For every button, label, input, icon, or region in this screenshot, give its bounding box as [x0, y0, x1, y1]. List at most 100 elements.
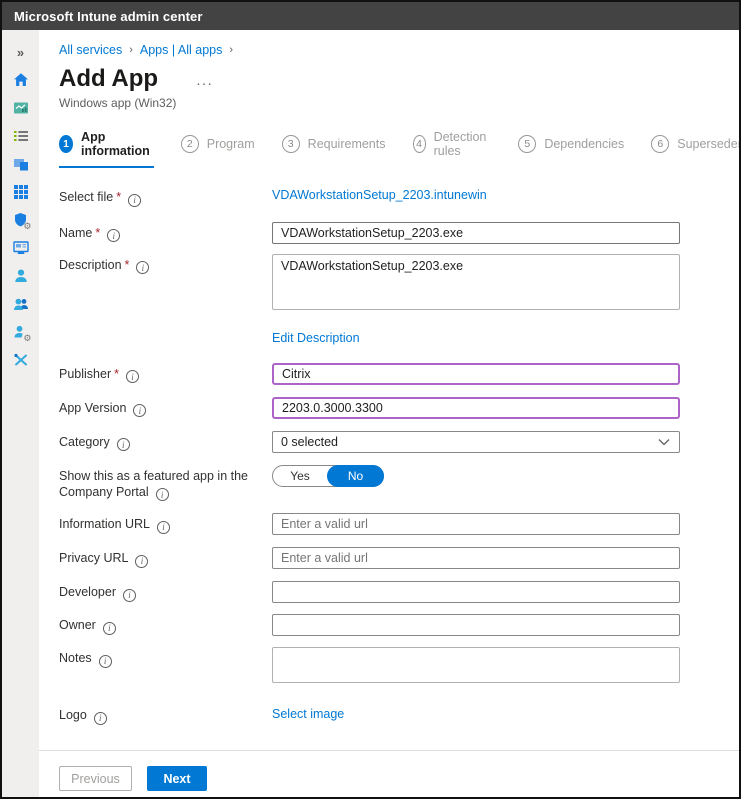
field-row-logo: Logoi Select image	[59, 704, 741, 725]
sidebar-item-all-services[interactable]	[7, 122, 35, 150]
breadcrumb-apps-all-apps[interactable]: Apps | All apps	[140, 43, 222, 57]
sidebar-item-tenant-administration[interactable]: ⚙	[7, 318, 35, 346]
page-subtitle: Windows app (Win32)	[59, 96, 741, 110]
field-row-owner: Owneri	[59, 614, 741, 636]
next-button[interactable]: Next	[147, 766, 207, 791]
sidebar-item-devices[interactable]	[7, 150, 35, 178]
publisher-label: Publisher*i	[59, 363, 272, 384]
chevron-down-icon	[658, 438, 670, 446]
field-row-app-version: App Versioni	[59, 397, 741, 419]
intune-admin-window: Microsoft Intune admin center »	[0, 0, 741, 799]
app-information-form: Select file*i VDAWorkstationSetup_2203.i…	[59, 186, 741, 725]
sidebar-item-groups[interactable]	[7, 290, 35, 318]
field-row-privacy-url: Privacy URLi	[59, 547, 741, 569]
sidebar-item-apps[interactable]	[7, 178, 35, 206]
privacy-url-input[interactable]	[272, 547, 680, 569]
sidebar-item-users[interactable]	[7, 262, 35, 290]
sidebar-item-dashboard[interactable]	[7, 94, 35, 122]
selected-file-link[interactable]: VDAWorkstationSetup_2203.intunewin	[272, 188, 487, 202]
info-icon[interactable]: i	[133, 404, 146, 417]
info-icon[interactable]: i	[94, 712, 107, 725]
field-row-developer: Developeri	[59, 581, 741, 603]
information-url-input[interactable]	[272, 513, 680, 535]
info-icon[interactable]: i	[157, 521, 170, 534]
step-number-badge: 3	[282, 135, 300, 153]
step-number-badge: 5	[518, 135, 536, 153]
description-textarea[interactable]: VDAWorkstationSetup_2203.exe	[272, 254, 680, 310]
group-icon	[13, 296, 29, 312]
field-row-information-url: Information URLi	[59, 513, 741, 535]
featured-toggle[interactable]: Yes No	[272, 465, 384, 487]
info-icon[interactable]: i	[107, 229, 120, 242]
category-dropdown[interactable]: 0 selected	[272, 431, 680, 453]
gear-icon: ⚙	[23, 334, 31, 343]
info-icon[interactable]: i	[103, 622, 116, 635]
step-number-badge: 2	[181, 135, 199, 153]
tab-app-information[interactable]: 1 App information	[59, 130, 154, 168]
sidebar-item-endpoint-security[interactable]: ⚙	[7, 206, 35, 234]
category-label: Categoryi	[59, 431, 272, 452]
owner-label: Owneri	[59, 614, 272, 635]
featured-label: Show this as a featured app in the Compa…	[59, 465, 272, 502]
notes-textarea[interactable]	[272, 647, 680, 683]
info-icon[interactable]: i	[126, 370, 139, 383]
wizard-steps: 1 App information 2 Program 3 Requiremen…	[59, 130, 741, 168]
info-icon[interactable]: i	[117, 438, 130, 451]
wizard-footer: Previous Next	[39, 750, 739, 799]
toggle-option-no[interactable]: No	[327, 465, 384, 487]
information-url-label: Information URLi	[59, 513, 272, 534]
app-version-input[interactable]	[272, 397, 680, 419]
step-number-badge: 1	[59, 135, 73, 153]
owner-input[interactable]	[272, 614, 680, 636]
logo-label: Logoi	[59, 704, 272, 725]
tab-requirements[interactable]: 3 Requirements	[282, 130, 386, 168]
user-icon	[13, 268, 29, 284]
user-gear-icon: ⚙	[13, 324, 29, 340]
wrench-screwdriver-icon	[13, 352, 29, 368]
double-chevron-right-icon: »	[17, 45, 24, 60]
info-icon[interactable]: i	[135, 555, 148, 568]
report-monitor-icon	[13, 240, 29, 256]
sidebar-item-troubleshooting-support[interactable]	[7, 346, 35, 374]
breadcrumb-separator-icon: ›	[129, 44, 133, 56]
info-icon[interactable]: i	[123, 589, 136, 602]
publisher-input[interactable]	[272, 363, 680, 385]
field-row-edit-description: Edit Description	[59, 329, 741, 347]
field-row-notes: Notesi	[59, 647, 741, 688]
page-title: Add App	[59, 65, 158, 93]
tab-detection-rules[interactable]: 4 Detection rules	[413, 130, 492, 168]
edit-description-link[interactable]: Edit Description	[272, 331, 360, 345]
previous-button[interactable]: Previous	[59, 766, 132, 791]
context-menu-button[interactable]: ···	[196, 75, 213, 91]
tab-supersedence[interactable]: 6 Supersedence	[651, 130, 741, 168]
info-icon[interactable]: i	[128, 194, 141, 207]
info-icon[interactable]: i	[136, 261, 149, 274]
sidebar-collapse-button[interactable]: »	[7, 38, 35, 66]
tab-dependencies[interactable]: 5 Dependencies	[518, 130, 624, 168]
name-label: Name*i	[59, 222, 272, 243]
list-icon	[13, 128, 29, 144]
field-row-featured-toggle: Show this as a featured app in the Compa…	[59, 465, 741, 502]
field-row-category: Categoryi 0 selected	[59, 431, 741, 453]
step-number-badge: 6	[651, 135, 669, 153]
sidebar-item-reports[interactable]	[7, 234, 35, 262]
field-row-name: Name*i	[59, 222, 741, 244]
breadcrumb: All services › Apps | All apps ›	[59, 42, 741, 58]
name-input[interactable]	[272, 222, 680, 244]
app-title: Microsoft Intune admin center	[14, 9, 203, 24]
dashboard-icon	[13, 100, 29, 116]
info-icon[interactable]: i	[99, 655, 112, 668]
gear-icon: ⚙	[23, 222, 31, 231]
developer-input[interactable]	[272, 581, 680, 603]
breadcrumb-separator-icon: ›	[229, 44, 233, 56]
select-image-link[interactable]: Select image	[272, 704, 344, 721]
top-banner: Microsoft Intune admin center	[2, 2, 739, 30]
field-row-publisher: Publisher*i	[59, 363, 741, 385]
breadcrumb-all-services[interactable]: All services	[59, 43, 122, 57]
info-icon[interactable]: i	[156, 488, 169, 501]
notes-label: Notesi	[59, 647, 272, 668]
toggle-option-yes[interactable]: Yes	[273, 469, 327, 483]
sidebar-item-home[interactable]	[7, 66, 35, 94]
tab-program[interactable]: 2 Program	[181, 130, 255, 168]
apps-grid-icon	[13, 184, 29, 200]
